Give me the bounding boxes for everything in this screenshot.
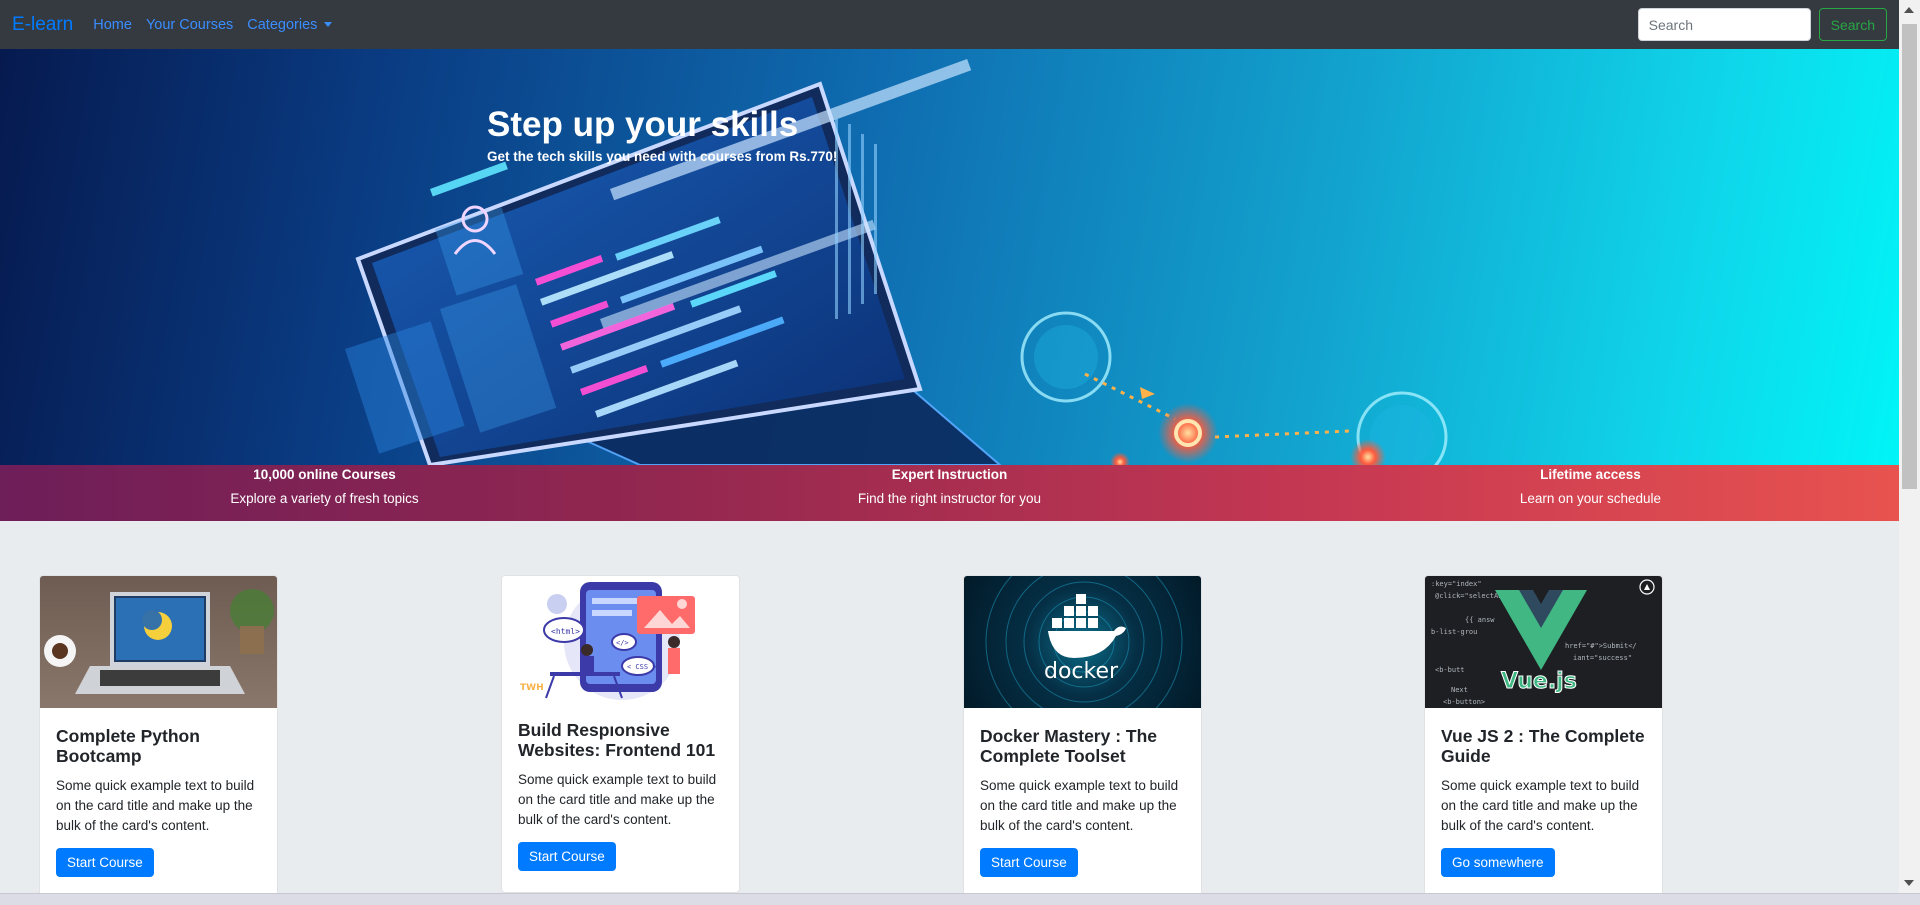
scroll-up-arrow-icon[interactable] [1904, 7, 1914, 13]
hero-laptop-illustration [345, 59, 1448, 465]
nav-dropdown-categories[interactable]: Categories [247, 16, 333, 33]
hero-title: Step up your skills [487, 105, 799, 144]
caret-down-icon [324, 22, 333, 27]
feature-expert-instruction: Expert Instruction Find the right instru… [633, 465, 1266, 521]
hero-banner: Step up your skills Get the tech skills … [0, 49, 1899, 465]
scrollbar-thumb[interactable] [1902, 24, 1917, 489]
nav-link-your-courses[interactable]: Your Courses [146, 17, 233, 33]
start-course-button[interactable]: Start Course [56, 848, 154, 877]
card-body: Complete Python Bootcamp Some quick exam… [40, 708, 277, 877]
docker-whale-illustration: docker [985, 576, 1183, 708]
code-line: Next [1451, 686, 1468, 694]
code-line: <b-butt [1435, 666, 1465, 674]
scroll-down-arrow-icon[interactable] [1904, 880, 1914, 886]
card-text: Some quick example text to build on the … [1441, 778, 1640, 833]
tag-css: < CSS > [627, 663, 657, 671]
search-button[interactable]: Search [1818, 8, 1887, 41]
top-navbar: E-learn Home Your Courses Categories Sea… [0, 0, 1899, 49]
card-text: Some quick example text to build on the … [980, 778, 1179, 833]
course-image-frontend-illustration: <html> </> < CSS > TWH [502, 576, 739, 702]
feature-online-courses: 10,000 online Courses Explore a variety … [8, 465, 641, 521]
code-line: iant="success" [1573, 654, 1632, 662]
brand-logo[interactable]: E-learn [12, 14, 73, 36]
card-text: Some quick example text to build on the … [56, 778, 255, 833]
vertical-scrollbar[interactable] [1899, 0, 1920, 893]
card-text: Some quick example text to build on the … [518, 772, 717, 827]
tag-html: <html> [551, 627, 580, 636]
feature-title: 10,000 online Courses [253, 467, 396, 482]
laptop-illustration [44, 589, 274, 694]
course-image-python-laptop [40, 576, 277, 708]
search-form: Search [1637, 8, 1887, 41]
code-line: :key="index" [1431, 580, 1482, 588]
card-body: Build Respıonsive Websites: Frontend 101… [502, 702, 739, 871]
feature-lifetime-access: Lifetime access Learn on your schedule [1274, 465, 1907, 521]
hero-subtitle: Get the tech skills you need with course… [487, 149, 838, 164]
code-line: href="#">Submit</ [1565, 642, 1637, 650]
code-line: b-list-grou [1431, 628, 1477, 636]
course-image-docker: docker [964, 576, 1201, 708]
feature-text: Learn on your schedule [1519, 491, 1662, 506]
feature-title: Lifetime access [1540, 467, 1641, 482]
feature-title: Expert Instruction [891, 467, 1008, 482]
card-body: Vue JS 2 : The Complete Guide Some quick… [1425, 708, 1662, 877]
feature-strip: 10,000 online Courses Explore a variety … [0, 465, 1899, 521]
card-title: Vue JS 2 : The Complete Guide [1441, 726, 1645, 766]
feature-text: Explore a variety of fresh topics [230, 491, 419, 506]
go-somewhere-button[interactable]: Go somewhere [1441, 848, 1555, 877]
nav-dropdown-label: Categories [247, 16, 318, 33]
code-line: <b-button> [1443, 698, 1485, 706]
course-card-python: Complete Python Bootcamp Some quick exam… [39, 575, 278, 905]
code-line: {{ answ [1465, 616, 1495, 624]
twh-watermark: TWH [520, 683, 544, 693]
course-card-vue: :key="index" @click="selectAnswer" {{ an… [1424, 575, 1663, 905]
card-title: Complete Python Bootcamp [56, 726, 200, 766]
nav-link-home[interactable]: Home [93, 17, 132, 33]
window-bottom-edge [0, 893, 1920, 905]
web-dev-illustration: <html> </> < CSS > TWH [520, 582, 695, 700]
course-card-frontend: <html> </> < CSS > TWH Build Respıonsive… [501, 575, 740, 893]
course-image-vue: :key="index" @click="selectAnswer" {{ an… [1425, 576, 1662, 708]
docker-logo-text: docker [1044, 659, 1119, 684]
course-card-docker: docker Docker Mastery : The Complete Too… [963, 575, 1202, 905]
card-body: Docker Mastery : The Complete Toolset So… [964, 708, 1201, 877]
start-course-button[interactable]: Start Course [518, 842, 616, 871]
feature-text: Find the right instructor for you [857, 491, 1042, 506]
start-course-button[interactable]: Start Course [980, 848, 1078, 877]
search-input[interactable] [1637, 8, 1811, 41]
card-title: Build Respıonsive Websites: Frontend 101 [518, 720, 716, 760]
tag-code: </> [616, 639, 629, 647]
vue-logo-illustration: :key="index" @click="selectAnswer" {{ an… [1431, 579, 1655, 706]
vue-logo-text: Vue.js [1501, 669, 1577, 694]
card-title: Docker Mastery : The Complete Toolset [980, 726, 1158, 766]
